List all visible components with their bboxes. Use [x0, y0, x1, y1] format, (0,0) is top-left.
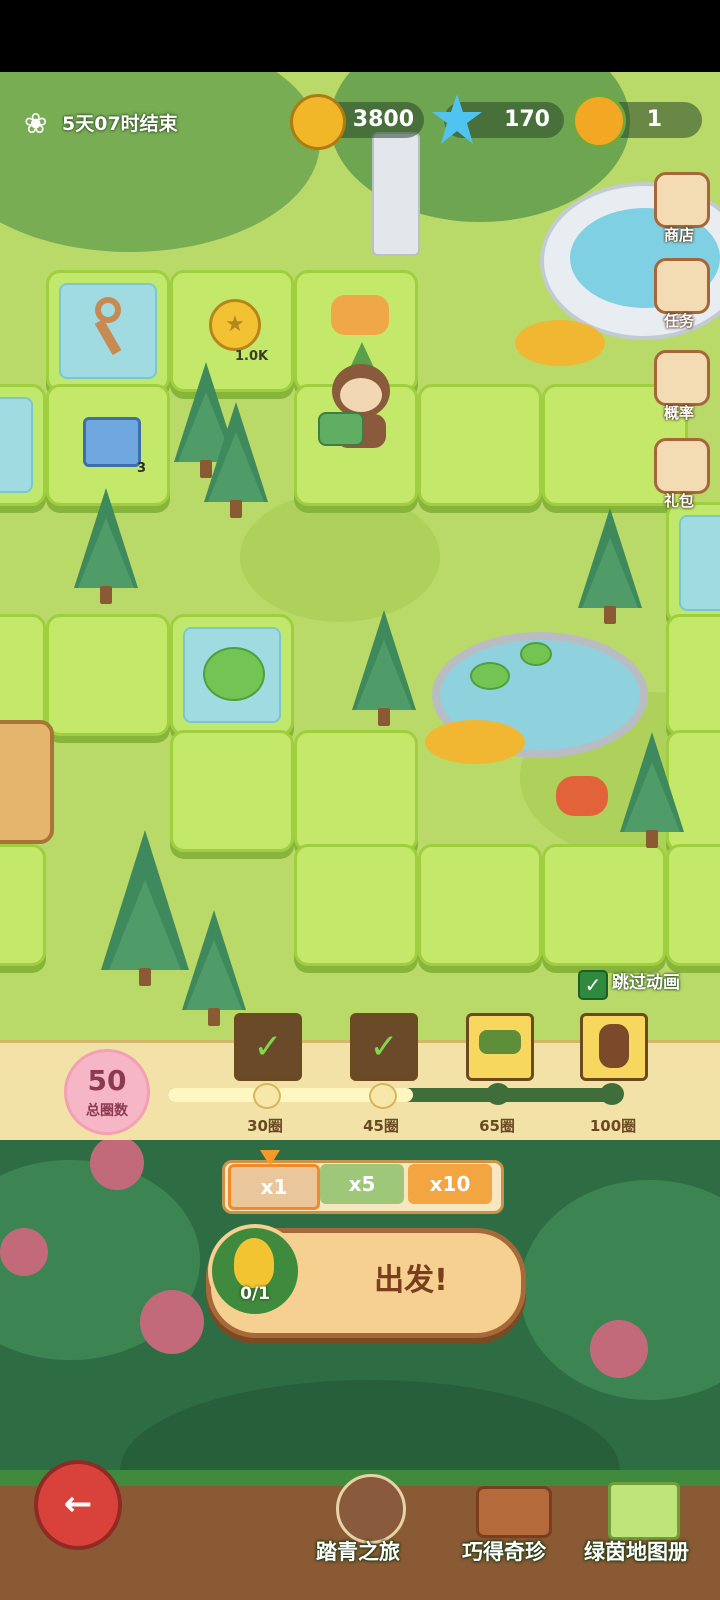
monkey-icon — [336, 1474, 406, 1544]
back-button[interactable]: ← — [34, 1460, 122, 1550]
key-icon — [85, 297, 131, 357]
map-book-icon — [608, 1482, 680, 1540]
nav-treasure[interactable]: 巧得奇珍 — [458, 1478, 562, 1574]
treasure-suitcase-icon — [476, 1486, 552, 1538]
task-icon — [654, 258, 710, 314]
board-tile-pond — [666, 502, 720, 624]
board-tile — [542, 844, 666, 966]
multiplier-x1-button[interactable]: x1 — [228, 1164, 320, 1210]
go-button-label: 出发! — [374, 1263, 448, 1298]
status-bar — [0, 0, 720, 72]
board-tile-pond — [0, 384, 46, 506]
checkmark-icon: ✓ — [253, 1027, 283, 1067]
event-timer-text: 5天07时结束 — [62, 113, 178, 135]
gift-pack-label: 礼包 — [663, 492, 694, 510]
ticket-badge: 0/1 — [208, 1224, 302, 1318]
task-button[interactable]: 任务 — [650, 258, 710, 330]
multiplier-x5-button[interactable]: x5 — [320, 1164, 404, 1204]
checkbox-checked-icon: ✓ — [578, 970, 608, 1000]
leaf-ticket-icon — [234, 1238, 274, 1288]
probability-label: 概率 — [663, 404, 694, 422]
character-avatar-icon — [599, 1024, 629, 1068]
coin-tile-amount: 1.0K — [235, 349, 269, 364]
board-tile — [0, 844, 46, 966]
fox-character — [556, 776, 608, 816]
watering-can-icon — [318, 412, 364, 446]
task-label: 任务 — [663, 312, 694, 330]
multiplier-x10-button[interactable]: x10 — [408, 1164, 492, 1204]
paw-coin-icon — [290, 94, 346, 150]
cat-face-icon — [331, 295, 389, 335]
skip-animation-label: 跳过动画 — [612, 973, 680, 993]
checkmark-icon: ✓ — [369, 1027, 399, 1067]
gift-pack-button[interactable]: 礼包 — [650, 438, 710, 510]
board-tile — [666, 730, 720, 852]
milestone-marker — [253, 1083, 281, 1109]
board-tile-pond — [46, 270, 170, 392]
board-tile — [294, 730, 418, 852]
nav-journey-label: 踏青之旅 — [316, 1540, 400, 1564]
chest-icon — [83, 417, 141, 467]
probability-button[interactable]: 概率 — [650, 350, 710, 422]
lap-progress-band: ✓ ✓ 30圈 45圈 65圈 100圈 50 总圈数 — [0, 1013, 720, 1146]
total-laps-label: 总圈数 — [86, 1103, 128, 1119]
nav-map-book[interactable]: 绿茵地图册 — [584, 1478, 708, 1574]
total-laps-value: 50 — [87, 1064, 127, 1097]
chest-count: 3 — [137, 461, 147, 476]
coin-icon: ★ — [209, 299, 261, 351]
board-tile — [0, 614, 46, 736]
board-tile — [294, 844, 418, 966]
milestone-reward-30[interactable]: ✓ — [234, 1013, 302, 1081]
board-tile — [666, 844, 720, 966]
stone-pillar — [372, 132, 420, 256]
green-blaster-icon — [479, 1030, 521, 1054]
ticket-count: 0/1 — [240, 1284, 270, 1304]
milestone-label: 30圈 — [247, 1117, 283, 1135]
monkey-character — [318, 342, 408, 452]
milestone-reward-100[interactable] — [580, 1013, 648, 1081]
milestone-label: 65圈 — [479, 1117, 515, 1135]
nav-journey[interactable]: 踏青之旅 — [316, 1474, 420, 1574]
coin-count: 3800 — [352, 107, 414, 132]
back-arrow-icon: ← — [63, 1484, 93, 1524]
board-tile — [46, 614, 170, 736]
paw-icon: ❀ — [24, 107, 48, 140]
shop-icon — [654, 172, 710, 228]
gem-count: 170 — [504, 107, 550, 132]
milestone-label: 45圈 — [363, 1117, 399, 1135]
milestone-marker — [600, 1083, 624, 1105]
game-board: ★ 1.0K 3 ❀ 5天07时结束 3800 170 1 商店 任务 概率 礼… — [0, 72, 720, 1132]
shop-label: 商店 — [663, 226, 694, 244]
board-tile-chest: 3 — [46, 384, 170, 506]
gift-pack-icon — [654, 438, 710, 494]
board-tile — [666, 614, 720, 736]
milestone-marker — [486, 1083, 510, 1105]
board-tile-coin: ★ 1.0K — [170, 270, 294, 392]
probability-icon — [654, 350, 710, 406]
milestone-reward-65[interactable] — [466, 1013, 534, 1081]
milestone-reward-45[interactable]: ✓ — [350, 1013, 418, 1081]
board-tile-pond — [170, 614, 294, 736]
nav-treasure-label: 巧得奇珍 — [462, 1540, 546, 1564]
nav-map-book-label: 绿茵地图册 — [584, 1540, 689, 1564]
milestone-label: 100圈 — [589, 1117, 637, 1135]
milestone-marker — [369, 1083, 397, 1109]
board-tile — [170, 730, 294, 852]
honey-pot-icon — [572, 94, 626, 148]
board-tile — [418, 844, 542, 966]
board-tile — [418, 384, 542, 506]
honey-count: 1 — [646, 107, 662, 132]
total-laps-badge: 50 总圈数 — [64, 1049, 150, 1135]
wooden-sign — [0, 720, 54, 844]
shop-button[interactable]: 商店 — [650, 172, 710, 244]
